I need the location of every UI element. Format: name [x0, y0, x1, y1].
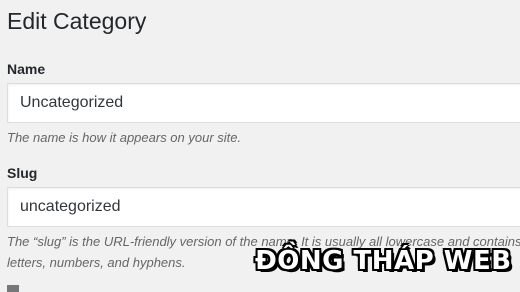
name-field-label: Name — [7, 61, 46, 77]
slug-input[interactable] — [7, 187, 520, 227]
page-title: Edit Category — [7, 8, 147, 34]
watermark: ĐỒNG THÁP WEB — [255, 246, 512, 276]
slug-field-label: Slug — [7, 165, 38, 181]
name-input[interactable] — [7, 83, 520, 123]
next-field-label-partial — [7, 285, 19, 292]
edit-category-page: Edit Category Name The name is how it ap… — [0, 0, 520, 292]
name-description: The name is how it appears on your site. — [7, 130, 242, 145]
